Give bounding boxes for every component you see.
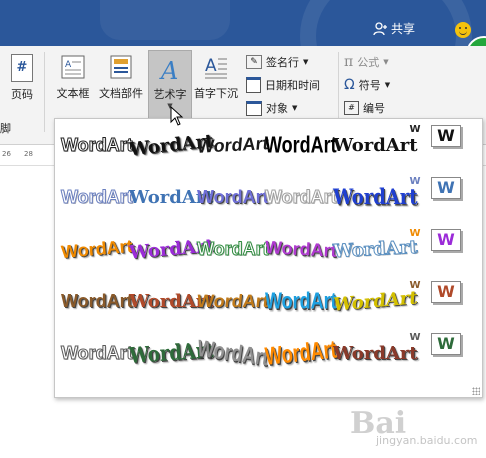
group-separator (44, 52, 45, 132)
svg-text:A: A (159, 57, 178, 83)
wordart-style-option[interactable]: WordArt (61, 343, 134, 364)
page-number-icon: # (11, 54, 33, 82)
drop-cap-icon: A (205, 56, 227, 79)
wordart-vertical-option[interactable]: W (407, 333, 423, 343)
svg-text:A: A (65, 60, 72, 70)
signature-icon: ✎ (246, 55, 262, 69)
wordart-icon: A (159, 57, 178, 85)
wordart-style-option[interactable]: WordArt (61, 135, 134, 156)
chevron-down-icon: ▼ (384, 81, 391, 89)
object-button[interactable]: 对象 ▼ (246, 100, 297, 116)
wordart-style-option[interactable]: WordArt (332, 236, 419, 262)
wordart-style-option[interactable]: WordArt (196, 133, 269, 158)
chevron-down-icon: ▼ (383, 58, 389, 66)
date-time-label: 日期和时间 (265, 79, 320, 92)
object-label: 对象 (266, 102, 288, 115)
chevron-down-icon: ▼ (303, 58, 309, 66)
calendar-icon (246, 77, 261, 93)
wordart-style-option[interactable]: WordArt (265, 132, 337, 159)
share-label: 共享 (391, 22, 416, 36)
ruler-number: 28 (24, 150, 33, 158)
ruler-number: 26 (2, 150, 11, 158)
footer-label: 脚 (0, 122, 11, 135)
wordart-style-option[interactable]: WordArt (264, 237, 338, 262)
pi-icon: π (344, 54, 354, 70)
wordart-vertical-option[interactable]: W (407, 125, 423, 135)
wordart-square-option[interactable]: W (431, 333, 461, 355)
date-time-button[interactable]: 日期和时间 (246, 77, 320, 93)
wordart-style-option[interactable]: WordArt (197, 187, 269, 208)
wordart-vertical-option[interactable]: W (407, 281, 423, 291)
person-add-icon (373, 21, 387, 35)
equation-label: 公式 (357, 56, 380, 69)
drop-cap-button[interactable]: A 首字下沉 (192, 54, 240, 101)
wordart-style-option[interactable]: WordArt (61, 187, 134, 208)
symbol-label: 符号 (358, 79, 381, 92)
page-number-button[interactable]: # 页码 (6, 54, 38, 102)
equation-button[interactable]: π 公式 ▼ (344, 54, 389, 70)
wordart-vertical-option[interactable]: W (407, 177, 423, 187)
title-decoration (100, 0, 230, 40)
signature-line-label: 签名行 (266, 56, 299, 69)
numbering-button[interactable]: # 编号 (344, 100, 385, 116)
wordart-style-option[interactable]: WordArt (265, 288, 337, 315)
wordart-style-option[interactable]: WordArt (195, 335, 271, 372)
wordart-style-option[interactable]: WordArt (332, 287, 418, 316)
drop-cap-label: 首字下沉 (194, 87, 238, 100)
watermark-url: jingyan.baidu.com (376, 434, 478, 447)
wordart-label: 艺术字 (153, 88, 187, 101)
share-button[interactable]: 共享 (373, 20, 415, 37)
resize-grip[interactable] (472, 387, 480, 395)
object-icon (246, 100, 262, 116)
wordart-square-option[interactable]: W (431, 125, 461, 147)
mouse-cursor-icon (170, 106, 184, 126)
wordart-style-option[interactable]: WordArt (333, 185, 418, 210)
smiley-feedback-icon[interactable] (455, 22, 471, 38)
svg-text:A: A (205, 56, 217, 76)
wordart-style-option[interactable]: WordArt (60, 236, 133, 263)
text-box-button[interactable]: A 文本框 (52, 54, 94, 101)
wordart-style-option[interactable]: WordArt (333, 135, 418, 156)
wordart-style-option[interactable]: WordArt (61, 291, 133, 312)
doc-parts-button[interactable]: 文档部件 (96, 54, 146, 101)
wordart-gallery: WordArt WordArt WordArt WordArt WordArt W W Wor… (54, 118, 483, 398)
doc-parts-label: 文档部件 (99, 87, 143, 100)
omega-icon: Ω (344, 77, 355, 93)
page-number-label: 页码 (11, 88, 33, 101)
text-box-label: 文本框 (56, 87, 90, 100)
signature-line-button[interactable]: ✎ 签名行 ▼ (246, 54, 308, 70)
wordart-style-option[interactable]: WordArt (197, 239, 270, 260)
doc-parts-icon (110, 55, 132, 79)
chevron-down-icon: ▼ (292, 104, 298, 112)
wordart-style-option[interactable]: WordArt (265, 187, 338, 208)
wordart-style-option[interactable]: WordArt (333, 343, 418, 364)
wordart-vertical-option[interactable]: W (407, 229, 423, 239)
numbering-label: 编号 (363, 102, 385, 115)
wordart-style-option[interactable]: WordArt (264, 335, 338, 372)
symbol-button[interactable]: Ω 符号 ▼ (344, 77, 390, 93)
wordart-style-option[interactable]: WordArt (196, 291, 270, 312)
baidu-watermark: Bai jingyan.baidu.com (342, 404, 482, 450)
wordart-square-option[interactable]: W (431, 229, 461, 251)
numbering-icon: # (344, 101, 359, 115)
wordart-square-option[interactable]: W (431, 177, 461, 199)
text-box-icon: A (61, 55, 85, 79)
wordart-square-option[interactable]: W (431, 281, 461, 303)
